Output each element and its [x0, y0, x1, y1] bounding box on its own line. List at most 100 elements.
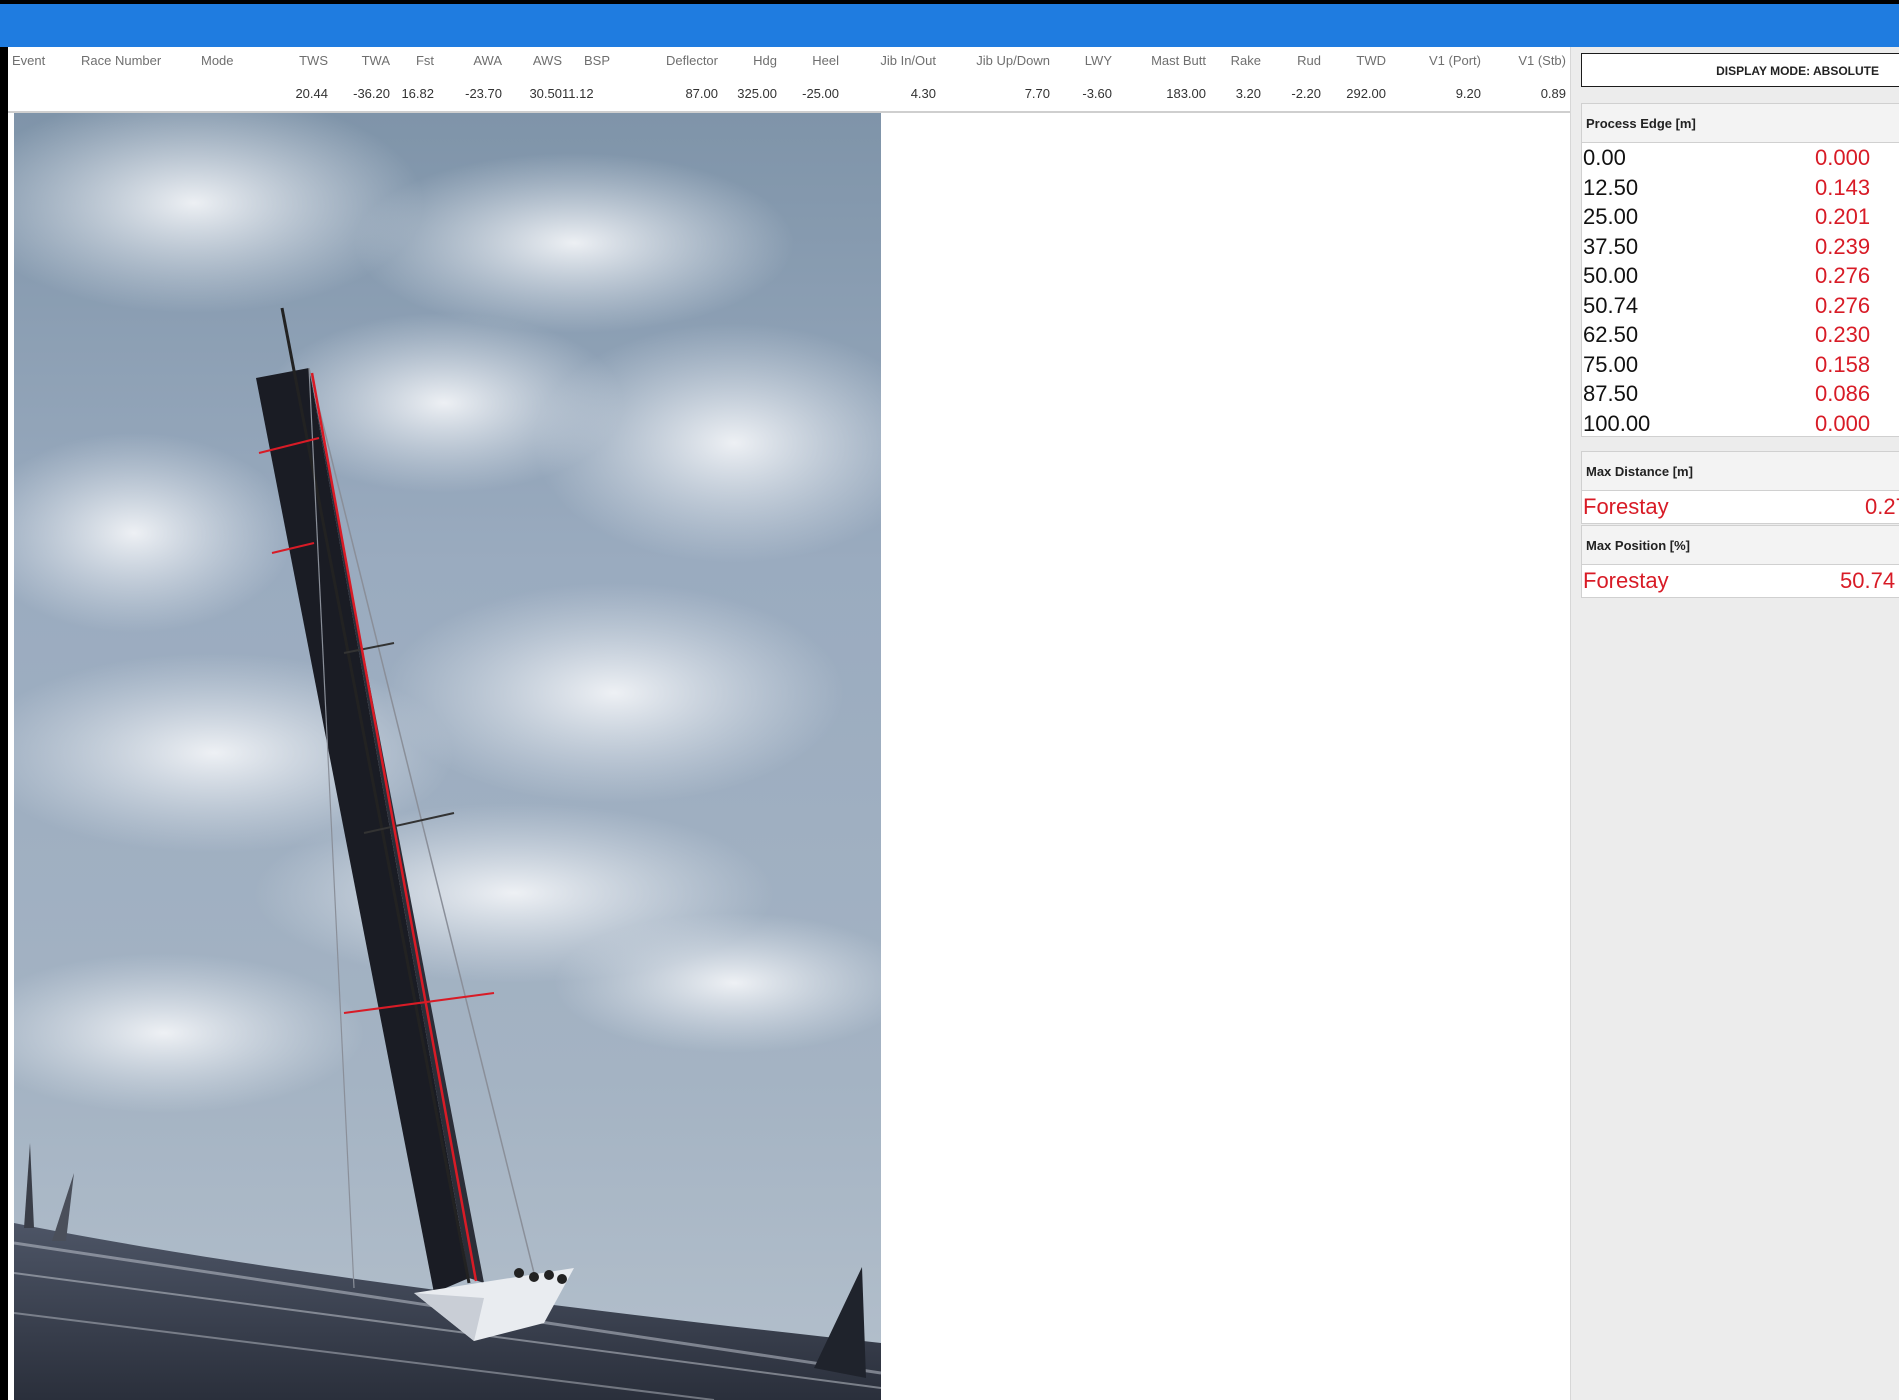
col-v1-port: V1 (Port) 9.20	[1386, 47, 1481, 113]
list-item: 0.00 0.000	[1582, 143, 1899, 173]
edge-position: 50.00	[1583, 263, 1639, 288]
list-item: 75.00 0.158	[1582, 350, 1899, 380]
edge-value: 0.276	[1815, 292, 1871, 318]
max-distance-header: Max Distance [m]	[1581, 451, 1899, 491]
edge-position: 87.50	[1583, 381, 1639, 406]
column-value: 325.00	[737, 86, 777, 101]
column-header: AWA	[473, 53, 502, 68]
col-tws: TWS 20.44	[268, 47, 328, 113]
edge-position: 37.50	[1583, 233, 1639, 259]
edge-value: 0.086	[1815, 381, 1871, 406]
process-edge-list: 0.00 0.000 12.50 0.143 25.00 0.201 37.50…	[1581, 143, 1899, 437]
telemetry-table: Event Race Number Mode TWS 20.44 TWA -36…	[8, 47, 1570, 113]
column-header: V1 (Stb)	[1518, 53, 1566, 68]
edge-position: 12.50	[1583, 174, 1639, 200]
list-item: 62.50 0.230	[1582, 320, 1899, 350]
column-value: 20.44	[295, 86, 328, 101]
col-hdg: Hdg 325.00	[718, 47, 777, 113]
max-distance-name: Forestay	[1583, 494, 1669, 519]
column-header: Deflector	[665, 53, 718, 68]
edge-position: 50.74	[1583, 292, 1639, 318]
column-value: 16.82	[401, 86, 434, 101]
column-value: 87.00	[685, 86, 718, 101]
column-value: -3.60	[1082, 86, 1112, 101]
column-value: 7.70	[1024, 86, 1050, 101]
max-position-value: 50.74	[1840, 568, 1896, 593]
col-fst: Fst 16.82	[390, 47, 434, 113]
max-position-title: Max Position [%]	[1586, 538, 1691, 553]
column-value: 9.20	[1455, 86, 1481, 101]
column-header: Jib In/Out	[880, 53, 936, 68]
col-jib-up-down: Jib Up/Down 7.70	[936, 47, 1050, 113]
list-item: 50.00 0.276	[1582, 261, 1899, 291]
col-mast-butt: Mast Butt 183.00	[1112, 47, 1206, 113]
col-twd: TWD 292.00	[1321, 47, 1386, 113]
edge-position: 62.50	[1583, 322, 1639, 347]
list-item: 37.50 0.239	[1582, 232, 1899, 262]
col-aws: AWS 30.50	[502, 47, 562, 113]
column-header: TWS	[299, 53, 328, 68]
col-heel: Heel -25.00	[777, 47, 839, 113]
column-value: -25.00	[802, 86, 839, 101]
col-twa: TWA -36.20	[328, 47, 390, 113]
column-value: 4.30	[910, 86, 936, 101]
column-header: LWY	[1084, 53, 1112, 68]
edge-value: 0.143	[1815, 174, 1871, 200]
col-deflector: Deflector 87.00	[628, 47, 718, 113]
edge-value: 0.201	[1815, 204, 1871, 229]
col-rud: Rud -2.20	[1261, 47, 1321, 113]
col-awa: AWA -23.70	[434, 47, 502, 113]
column-header: Rud	[1297, 53, 1321, 68]
column-value: -2.20	[1291, 86, 1321, 101]
column-header: Rake	[1230, 53, 1261, 68]
edge-value: 0.158	[1815, 351, 1871, 377]
col-v1-stb: V1 (Stb) 0.89	[1481, 47, 1566, 113]
max-position-row: Forestay 50.74	[1581, 565, 1899, 598]
display-mode-toggle[interactable]: DISPLAY MODE: ABSOLUTE	[1581, 53, 1899, 87]
list-item: 12.50 0.143	[1582, 173, 1899, 203]
column-header: Heel	[812, 53, 839, 68]
analysis-panel: DISPLAY MODE: ABSOLUTE Process Edge [m] …	[1570, 47, 1899, 1400]
max-position-name: Forestay	[1583, 568, 1669, 593]
display-mode-label: DISPLAY MODE: ABSOLUTE	[1716, 64, 1879, 78]
max-position-header: Max Position [%]	[1581, 525, 1899, 565]
column-header: TWA	[361, 53, 390, 68]
col-jib-in-out: Jib In/Out 4.30	[839, 47, 936, 113]
edge-value: 0.276	[1815, 263, 1871, 288]
list-item: 50.74 0.276	[1582, 291, 1899, 321]
max-distance-title: Max Distance [m]	[1586, 464, 1693, 479]
column-value: 183.00	[1166, 86, 1206, 101]
column-header: Fst	[415, 53, 434, 68]
column-header: Mode	[201, 53, 234, 68]
column-header: AWS	[532, 53, 562, 68]
col-event: Event	[12, 47, 72, 113]
edge-value: 0.239	[1815, 233, 1871, 259]
column-value: 0.89	[1540, 86, 1566, 101]
edge-value: 0.000	[1815, 145, 1871, 170]
column-value: 3.20	[1235, 86, 1261, 101]
list-item: 25.00 0.201	[1582, 202, 1899, 232]
edge-position: 25.00	[1583, 204, 1639, 229]
column-value: 292.00	[1346, 86, 1386, 101]
edge-position: 100.00	[1583, 410, 1651, 436]
screen: Event Race Number Mode TWS 20.44 TWA -36…	[0, 0, 1899, 1400]
column-value: 30.50	[529, 86, 562, 101]
column-header: Hdg	[753, 53, 777, 68]
column-value: -23.70	[465, 86, 502, 101]
max-distance-row: Forestay 0.276	[1581, 491, 1899, 524]
app-title-bar	[0, 0, 1899, 47]
column-header: BSP	[583, 53, 610, 68]
col-bsp: BSP 11.12	[562, 47, 610, 113]
column-header: V1 (Port)	[1428, 53, 1481, 68]
process-edge-header: Process Edge [m]	[1581, 103, 1899, 143]
list-item: 87.50 0.086	[1582, 379, 1899, 409]
sailboat-photo	[14, 113, 881, 1400]
column-header: Event	[12, 53, 46, 68]
edge-position: 0.00	[1583, 145, 1626, 170]
column-header: Race Number	[81, 53, 162, 68]
column-header: TWD	[1356, 53, 1386, 68]
column-value: 11.12	[562, 86, 594, 101]
edge-value: 0.000	[1815, 410, 1871, 436]
max-distance-value: 0.276	[1865, 494, 1899, 519]
col-race-number: Race Number	[81, 47, 181, 113]
